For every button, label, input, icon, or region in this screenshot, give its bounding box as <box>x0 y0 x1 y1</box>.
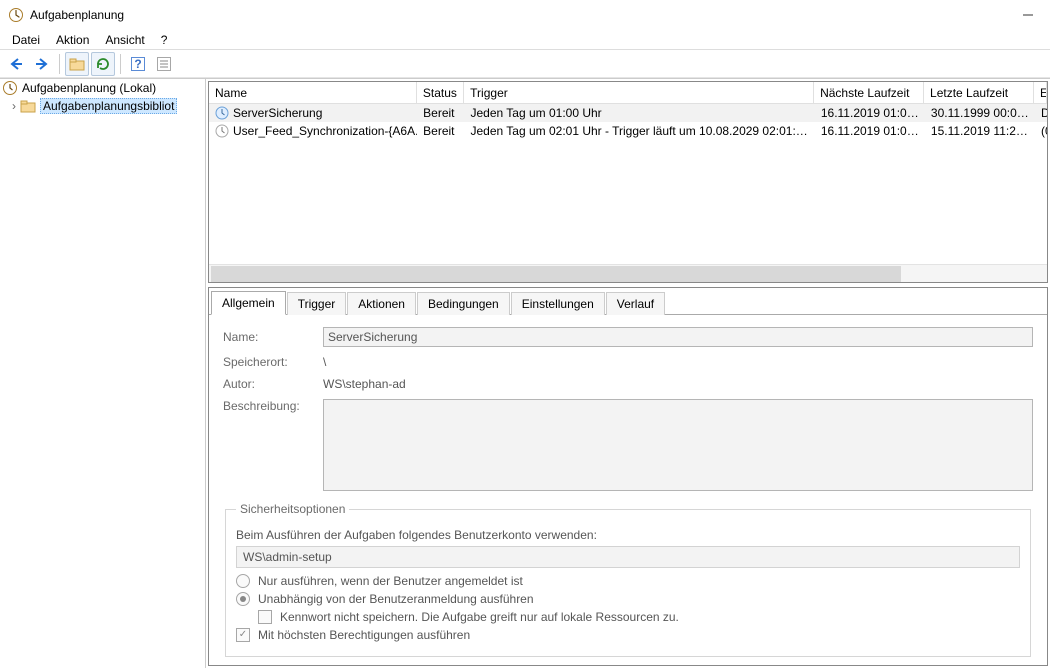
col-name[interactable]: Name <box>209 82 417 103</box>
task-trigger: Jeden Tag um 02:01 Uhr - Trigger läuft u… <box>464 124 814 138</box>
task-name: User_Feed_Synchronization-{A6A... <box>233 124 417 138</box>
security-options-legend: Sicherheitsoptionen <box>236 502 349 516</box>
radio-run-logged-on-label: Nur ausführen, wenn der Benutzer angemel… <box>258 574 523 588</box>
task-row[interactable]: User_Feed_Synchronization-{A6A... Bereit… <box>209 122 1047 140</box>
check-highest-privileges-label: Mit höchsten Berechtigungen ausführen <box>258 628 470 642</box>
name-field <box>323 327 1033 347</box>
tree-library-label: Aufgabenplanungsbibliot <box>40 98 177 114</box>
col-next-run[interactable]: Nächste Laufzeit <box>814 82 924 103</box>
task-name: ServerSicherung <box>233 106 322 120</box>
task-status: Bereit <box>417 124 464 138</box>
task-details: Allgemein Trigger Aktionen Bedingungen E… <box>208 287 1048 666</box>
task-next-run: 16.11.2019 01:00:00 <box>815 106 925 120</box>
col-trigger[interactable]: Trigger <box>464 82 814 103</box>
task-list-header[interactable]: Name Status Trigger Nächste Laufzeit Let… <box>209 82 1047 104</box>
toolbar: ? <box>0 50 1050 78</box>
task-status: Bereit <box>417 106 464 120</box>
svg-text:?: ? <box>134 57 141 71</box>
toolbar-folder-button[interactable] <box>65 52 89 76</box>
task-list[interactable]: Name Status Trigger Nächste Laufzeit Let… <box>208 81 1048 283</box>
tab-history[interactable]: Verlauf <box>606 292 665 315</box>
nav-forward-button[interactable] <box>30 52 54 76</box>
tab-conditions[interactable]: Bedingungen <box>417 292 510 315</box>
radio-run-independent <box>236 592 250 606</box>
clock-icon <box>2 80 18 96</box>
folder-icon <box>20 98 36 114</box>
tab-general[interactable]: Allgemein <box>211 291 286 315</box>
tree-library[interactable]: › Aufgabenplanungsbibliot <box>0 97 205 115</box>
task-next-run: 16.11.2019 01:01:17 <box>815 124 925 138</box>
name-label: Name: <box>223 330 323 344</box>
tree-expand-icon[interactable]: › <box>8 99 20 113</box>
menu-help[interactable]: ? <box>153 31 176 49</box>
check-highest-privileges <box>236 628 250 642</box>
task-icon <box>215 124 229 138</box>
task-trigger: Jeden Tag um 01:00 Uhr <box>464 106 814 120</box>
window-title: Aufgabenplanung <box>30 8 124 22</box>
title-bar: Aufgabenplanung <box>0 0 1050 30</box>
location-value: \ <box>323 355 1033 369</box>
security-account-value: WS\admin-setup <box>236 546 1020 568</box>
task-last-run: 30.11.1999 00:00:00 <box>925 106 1035 120</box>
tree-root[interactable]: Aufgabenplanung (Lokal) <box>0 79 205 97</box>
author-label: Autor: <box>223 377 323 391</box>
tree-root-label: Aufgabenplanung (Lokal) <box>22 81 156 95</box>
tab-actions[interactable]: Aktionen <box>347 292 416 315</box>
navigation-tree[interactable]: Aufgabenplanung (Lokal) › Aufgabenplanun… <box>0 79 206 668</box>
task-result: Die A <box>1035 106 1047 120</box>
check-no-password <box>258 610 272 624</box>
horizontal-scrollbar[interactable] <box>209 264 1047 282</box>
task-row[interactable]: ServerSicherung Bereit Jeden Tag um 01:0… <box>209 104 1047 122</box>
scrollbar-thumb[interactable] <box>211 266 901 282</box>
task-icon <box>215 106 229 120</box>
menu-action[interactable]: Aktion <box>48 31 97 49</box>
toolbar-properties-button[interactable] <box>152 52 176 76</box>
author-value: WS\stephan-ad <box>323 377 1033 391</box>
toolbar-help-button[interactable]: ? <box>126 52 150 76</box>
location-label: Speicherort: <box>223 355 323 369</box>
menu-view[interactable]: Ansicht <box>97 31 152 49</box>
menu-file[interactable]: Datei <box>4 31 48 49</box>
task-result: (0x1) <box>1035 124 1047 138</box>
description-label: Beschreibung: <box>223 399 323 413</box>
app-icon <box>8 7 24 23</box>
details-tabs: Allgemein Trigger Aktionen Bedingungen E… <box>209 288 1047 314</box>
radio-run-logged-on <box>236 574 250 588</box>
tab-general-body: Name: Speicherort: \ Autor: WS\stephan-a… <box>209 314 1047 665</box>
description-field <box>323 399 1033 491</box>
col-status[interactable]: Status <box>417 82 464 103</box>
menu-bar: Datei Aktion Ansicht ? <box>0 30 1050 50</box>
radio-run-independent-label: Unabhängig von der Benutzeranmeldung aus… <box>258 592 534 606</box>
tab-settings[interactable]: Einstellungen <box>511 292 605 315</box>
tab-triggers[interactable]: Trigger <box>287 292 347 315</box>
col-last-run[interactable]: Letzte Laufzeit <box>924 82 1034 103</box>
security-account-label: Beim Ausführen der Aufgaben folgendes Be… <box>236 528 1020 542</box>
nav-back-button[interactable] <box>4 52 28 76</box>
task-last-run: 15.11.2019 11:20:11 <box>925 124 1035 138</box>
minimize-button[interactable] <box>1014 5 1042 25</box>
toolbar-refresh-button[interactable] <box>91 52 115 76</box>
col-result[interactable]: Erge <box>1034 82 1047 103</box>
check-no-password-label: Kennwort nicht speichern. Die Aufgabe gr… <box>280 610 679 624</box>
security-options-group: Sicherheitsoptionen Beim Ausführen der A… <box>225 502 1031 657</box>
